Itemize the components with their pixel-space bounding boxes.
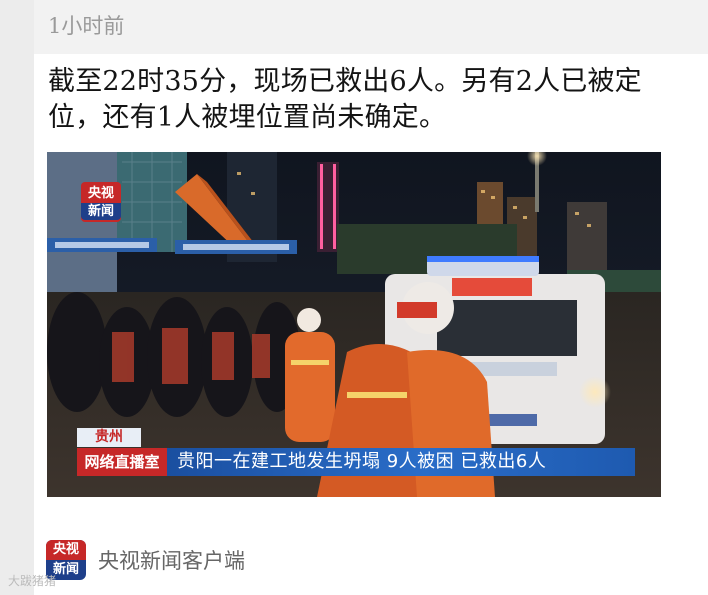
cctv-logo-top-text: 央视: [87, 186, 114, 201]
news-video-frame[interactable]: 央视 新闻 贵州 网络直播室 贵阳一在建工地发生坍塌 9人被困 已救出6人: [47, 152, 661, 497]
cctv-logo-bottom-text: 新闻: [81, 203, 121, 220]
news-headline-bar: 贵阳一在建工地发生坍塌 9人被困 已救出6人: [167, 448, 635, 476]
cctv-news-logo: 央视 新闻: [81, 182, 121, 222]
post-card: 截至22时35分，现场已救出6人。另有2人已被定位，还有1人被埋位置尚未确定。: [34, 54, 708, 595]
left-margin-strip: [0, 0, 34, 595]
region-label: 贵州: [77, 428, 141, 447]
source-logo-top-text: 央视: [46, 540, 86, 560]
post-body-text: 截至22时35分，现场已救出6人。另有2人已被定位，还有1人被埋位置尚未确定。: [48, 66, 642, 133]
post-timestamp: 1小时前: [48, 14, 125, 38]
source-name[interactable]: 央视新闻客户端: [98, 545, 245, 575]
source-attribution[interactable]: 央视 新闻 央视新闻客户端: [46, 538, 245, 582]
watermark: 大跋猪猪: [8, 572, 56, 589]
live-room-label: 网络直播室: [77, 448, 167, 476]
watermark-text: 大跋猪猪: [8, 574, 57, 588]
